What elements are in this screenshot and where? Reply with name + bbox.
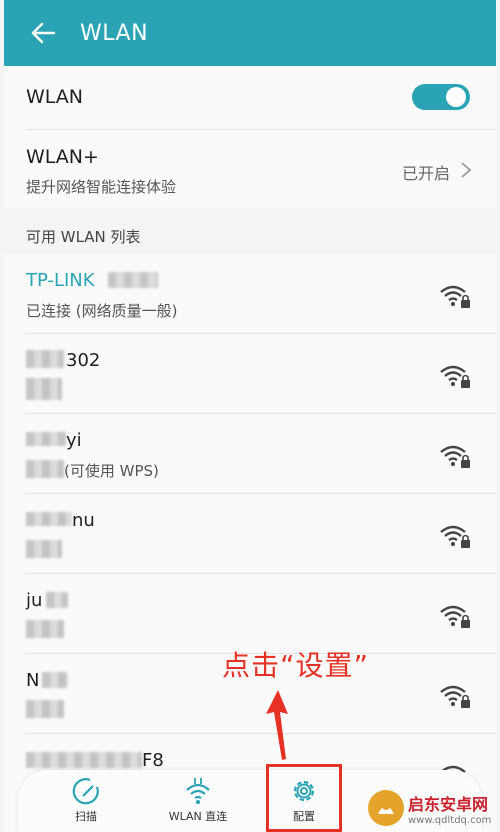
wifi-direct-icon xyxy=(186,778,210,804)
annotation-arrow-icon xyxy=(266,690,288,760)
network-status: 已连接 (网络质量一般) xyxy=(26,302,178,320)
redaction xyxy=(42,672,68,688)
back-arrow-icon[interactable] xyxy=(28,18,58,48)
list-item[interactable]: nu xyxy=(4,494,496,574)
redaction xyxy=(26,350,64,368)
list-item[interactable]: 302 xyxy=(4,334,496,414)
chevron-right-icon xyxy=(461,162,472,178)
network-name: TP-LINK xyxy=(26,270,95,291)
network-name: 302 xyxy=(66,350,101,371)
wifi-lock-icon xyxy=(440,685,470,708)
network-status: (可使用 WPS) xyxy=(64,462,159,480)
redaction xyxy=(26,700,64,718)
wlan-plus-label: WLAN+ xyxy=(26,146,99,168)
wifi-lock-icon xyxy=(440,605,470,628)
redaction xyxy=(26,378,62,400)
tab-label: WLAN 直连 xyxy=(168,810,228,823)
switch-knob xyxy=(446,87,466,107)
network-name: yi xyxy=(66,430,82,451)
list-item[interactable]: ju xyxy=(4,574,496,654)
network-name: ju xyxy=(26,590,43,611)
wifi-lock-icon xyxy=(440,365,470,388)
wlan-switch[interactable] xyxy=(412,84,470,110)
redaction xyxy=(26,460,64,478)
redaction xyxy=(108,272,158,288)
wlan-toggle-row[interactable]: WLAN xyxy=(4,66,496,130)
list-item[interactable]: TP-LINK 已连接 (网络质量一般) xyxy=(4,254,496,334)
wifi-lock-icon xyxy=(440,525,470,548)
watermark-logo-icon xyxy=(368,790,404,826)
highlight-box xyxy=(266,764,342,832)
redaction xyxy=(26,540,62,558)
tab-scan[interactable]: 扫描 xyxy=(58,770,114,832)
wifi-lock-icon xyxy=(440,445,470,468)
page-title: WLAN xyxy=(80,20,149,46)
redaction xyxy=(26,620,64,638)
tab-wlan-direct[interactable]: WLAN 直连 xyxy=(158,770,238,832)
redaction xyxy=(26,432,66,446)
redaction xyxy=(46,592,68,608)
section-header: 可用 WLAN 列表 xyxy=(26,228,141,246)
list-item[interactable]: yi (可使用 WPS) xyxy=(4,414,496,494)
watermark-url: www.qdltdq.com xyxy=(408,814,492,826)
tab-label: 扫描 xyxy=(75,810,97,823)
network-name: F8 xyxy=(142,750,164,771)
network-list: TP-LINK 已连接 (网络质量一般) 302 yi (可使用 WPS) nu… xyxy=(4,254,496,832)
redaction xyxy=(26,752,142,768)
wifi-lock-icon xyxy=(440,285,470,308)
title-bar: WLAN xyxy=(4,0,496,66)
tutorial-annotation: 点击“设置” xyxy=(222,649,370,682)
wlan-plus-row[interactable]: WLAN+ 提升网络智能连接体验 已开启 xyxy=(4,130,496,208)
wlan-plus-status: 已开启 xyxy=(401,164,450,183)
wlan-plus-subtitle: 提升网络智能连接体验 xyxy=(26,178,177,196)
watermark: 启东安卓网 www.qdltdq.com xyxy=(368,788,494,828)
network-name: nu xyxy=(72,510,95,531)
watermark-title: 启东安卓网 xyxy=(408,794,489,814)
scan-icon xyxy=(72,778,99,805)
network-name: N xyxy=(26,670,40,691)
redaction xyxy=(26,512,72,526)
wlan-label: WLAN xyxy=(26,86,84,108)
